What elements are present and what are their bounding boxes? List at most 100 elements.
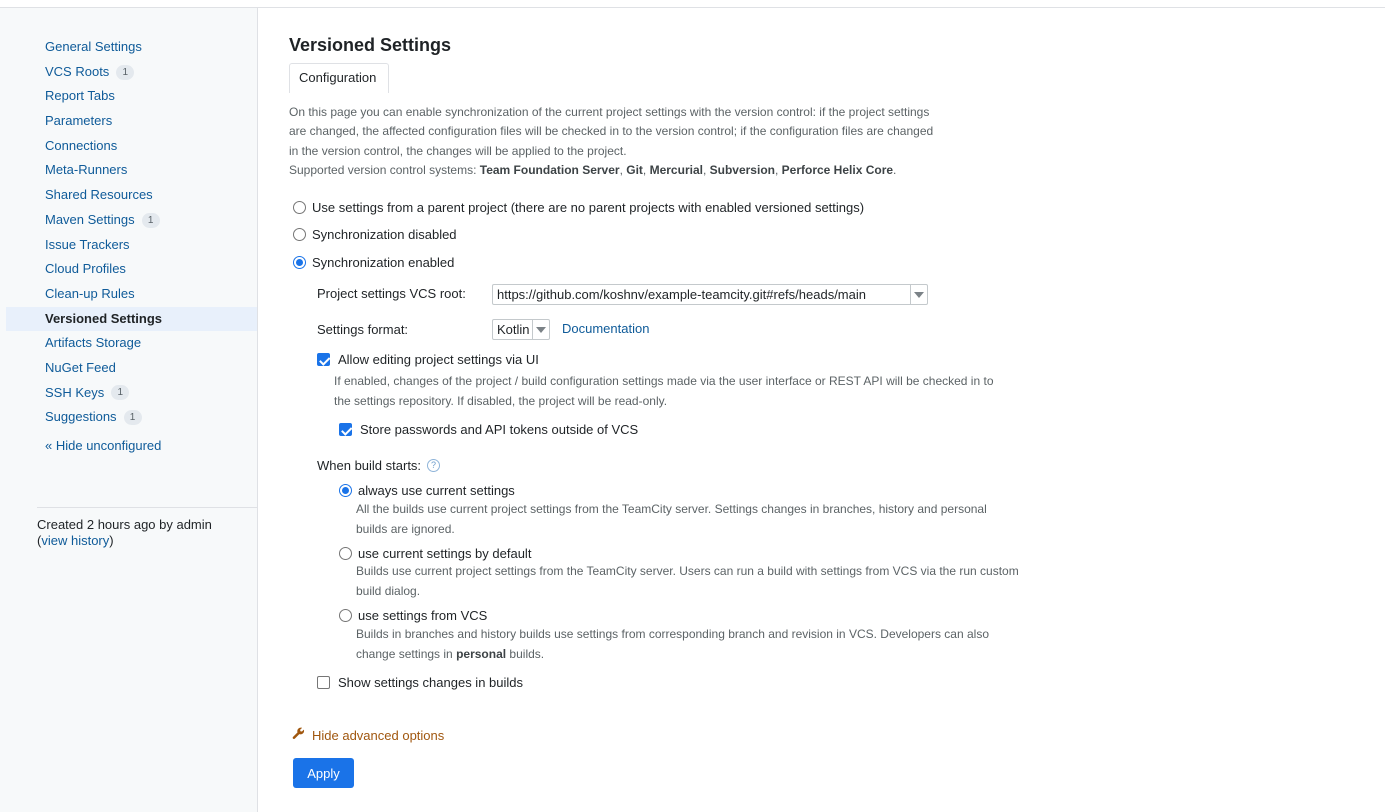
intro-line: are changed, the affected configuration … <box>289 124 934 139</box>
radio-from-vcs[interactable] <box>339 609 352 622</box>
note-line: build dialog. <box>356 583 421 598</box>
when-build-starts-label: When build starts: <box>317 458 422 473</box>
sidebar-item-meta-runners[interactable]: Meta-Runners <box>0 158 257 183</box>
wrench-icon <box>292 727 305 743</box>
sidebar-item-label: Connections <box>45 137 118 153</box>
build-option-from-vcs[interactable]: use settings from VCS <box>339 608 487 623</box>
view-history-line: (view history) <box>37 533 212 549</box>
sidebar-item-clean-up-rules[interactable]: Clean-up Rules <box>0 282 257 307</box>
intro-text: On this page you can enable synchronizat… <box>289 103 949 180</box>
sidebar-item-label: VCS Roots <box>45 63 110 79</box>
store-passwords-option[interactable]: Store passwords and API tokens outside o… <box>339 422 638 437</box>
sidebar-item-maven-settings[interactable]: Maven Settings 1 <box>0 208 257 233</box>
build-option-note: Builds in branches and history builds us… <box>356 625 989 664</box>
sidebar-item-label: Parameters <box>45 113 113 129</box>
allow-editing-checkbox[interactable] <box>317 353 330 366</box>
sidebar-item-vcs-roots[interactable]: VCS Roots 1 <box>0 60 257 85</box>
documentation-link[interactable]: Documentation <box>562 321 649 336</box>
settings-format-select[interactable]: Kotlin <box>492 319 550 340</box>
separator: , <box>702 162 710 177</box>
chevron-down-icon <box>532 320 549 339</box>
radio-parent[interactable] <box>293 201 306 214</box>
vcs-name: Team Foundation Server <box>479 162 620 177</box>
vcs-name: Perforce Helix Core <box>781 162 894 177</box>
sidebar: General Settings VCS Roots 1 Report Tabs … <box>0 8 258 812</box>
radio-label: use settings from VCS <box>358 608 488 623</box>
view-history-link[interactable]: view history <box>41 533 109 548</box>
sidebar-item-report-tabs[interactable]: Report Tabs <box>0 84 257 109</box>
sidebar-item-versioned-settings[interactable]: Versioned Settings <box>6 306 257 332</box>
settings-format-label: Settings format: <box>317 322 409 337</box>
sync-option-disabled[interactable]: Synchronization disabled <box>293 227 457 242</box>
build-option-note: Builds use current project settings from… <box>356 562 1019 601</box>
sidebar-item-ssh-keys[interactable]: SSH Keys 1 <box>0 381 257 406</box>
sidebar-item-general-settings[interactable]: General Settings <box>0 35 257 60</box>
show-changes-checkbox[interactable] <box>317 676 330 689</box>
vcs-root-select[interactable]: https://github.com/koshnv/example-teamci… <box>492 284 928 305</box>
sidebar-divider <box>37 507 257 508</box>
note-line: All the builds use current project setti… <box>356 502 987 516</box>
sidebar-item-label: Shared Resources <box>45 187 153 203</box>
apply-button[interactable]: Apply <box>293 758 354 788</box>
sidebar-item-suggestions[interactable]: Suggestions 1 <box>0 405 257 430</box>
show-changes-option[interactable]: Show settings changes in builds <box>317 675 523 690</box>
count-badge: 1 <box>111 385 130 401</box>
note-line: change settings in personal builds. <box>356 645 989 665</box>
sidebar-item-artifacts-storage[interactable]: Artifacts Storage <box>0 331 257 356</box>
count-badge: 1 <box>141 212 160 228</box>
sidebar-item-label: Report Tabs <box>45 88 115 104</box>
top-bar <box>0 0 1385 8</box>
radio-disabled[interactable] <box>293 228 306 241</box>
sidebar-item-label: Suggestions <box>45 409 117 425</box>
sidebar-item-shared-resources[interactable]: Shared Resources <box>0 183 257 208</box>
vcs-root-value: https://github.com/koshnv/example-teamci… <box>497 287 866 302</box>
radio-label: Synchronization enabled <box>312 255 455 270</box>
help-icon[interactable]: ? <box>427 459 441 472</box>
radio-current-default[interactable] <box>339 547 352 560</box>
sidebar-item-label: Artifacts Storage <box>45 335 142 351</box>
sidebar-item-label: Versioned Settings <box>45 310 163 326</box>
vcs-name: Git <box>626 162 643 177</box>
radio-always-current[interactable] <box>339 484 352 497</box>
allow-editing-option[interactable]: Allow editing project settings via UI <box>317 352 539 367</box>
intro-line: On this page you can enable synchronizat… <box>289 105 930 119</box>
supported-vcs-line: Supported version control systems: Team … <box>289 161 949 180</box>
sync-option-enabled[interactable]: Synchronization enabled <box>293 255 454 270</box>
note-text: builds. <box>506 646 545 661</box>
radio-label: Use settings from a parent project (ther… <box>312 200 865 215</box>
store-passwords-checkbox[interactable] <box>339 423 352 436</box>
radio-enabled[interactable] <box>293 256 306 269</box>
note-line: Builds use current project settings from… <box>356 564 1019 578</box>
paren-close: ) <box>109 533 114 548</box>
tab-configuration[interactable]: Configuration <box>289 63 389 93</box>
page-title: Versioned Settings <box>289 35 452 55</box>
sidebar-nav: General Settings VCS Roots 1 Report Tabs … <box>0 35 257 430</box>
allow-editing-note: If enabled, changes of the project / bui… <box>334 372 994 411</box>
note-line: Builds in branches and history builds us… <box>356 627 990 641</box>
sidebar-item-issue-trackers[interactable]: Issue Trackers <box>0 233 257 258</box>
sidebar-item-connections[interactable]: Connections <box>0 134 257 159</box>
period: . <box>893 162 897 177</box>
chevron-down-icon <box>910 285 927 304</box>
when-build-starts: When build starts: ? <box>317 458 441 473</box>
sync-option-parent[interactable]: Use settings from a parent project (ther… <box>293 200 864 215</box>
sidebar-item-label: SSH Keys <box>45 384 105 400</box>
created-info: Created 2 hours ago by admin (view histo… <box>37 517 212 549</box>
vcs-root-label: Project settings VCS root: <box>317 286 466 301</box>
count-badge: 1 <box>123 410 142 426</box>
build-option-current-default[interactable]: use current settings by default <box>339 546 531 561</box>
sidebar-item-label: Issue Trackers <box>45 236 130 252</box>
sidebar-item-cloud-profiles[interactable]: Cloud Profiles <box>0 257 257 282</box>
radio-label: always use current settings <box>358 483 515 498</box>
build-option-always-current[interactable]: always use current settings <box>339 483 515 498</box>
sidebar-item-parameters[interactable]: Parameters <box>0 109 257 134</box>
created-text: Created 2 hours ago by admin <box>37 517 212 532</box>
sidebar-item-label: Meta-Runners <box>45 162 128 178</box>
hide-advanced-options-link[interactable]: Hide advanced options <box>292 727 444 743</box>
supported-prefix: Supported version control systems: <box>289 162 480 177</box>
separator: , <box>642 162 650 177</box>
note-line: the settings repository. If disabled, th… <box>334 393 668 408</box>
checkbox-label: Show settings changes in builds <box>338 675 524 690</box>
hide-unconfigured-link[interactable]: « Hide unconfigured <box>45 438 161 453</box>
sidebar-item-nuget-feed[interactable]: NuGet Feed <box>0 356 257 381</box>
